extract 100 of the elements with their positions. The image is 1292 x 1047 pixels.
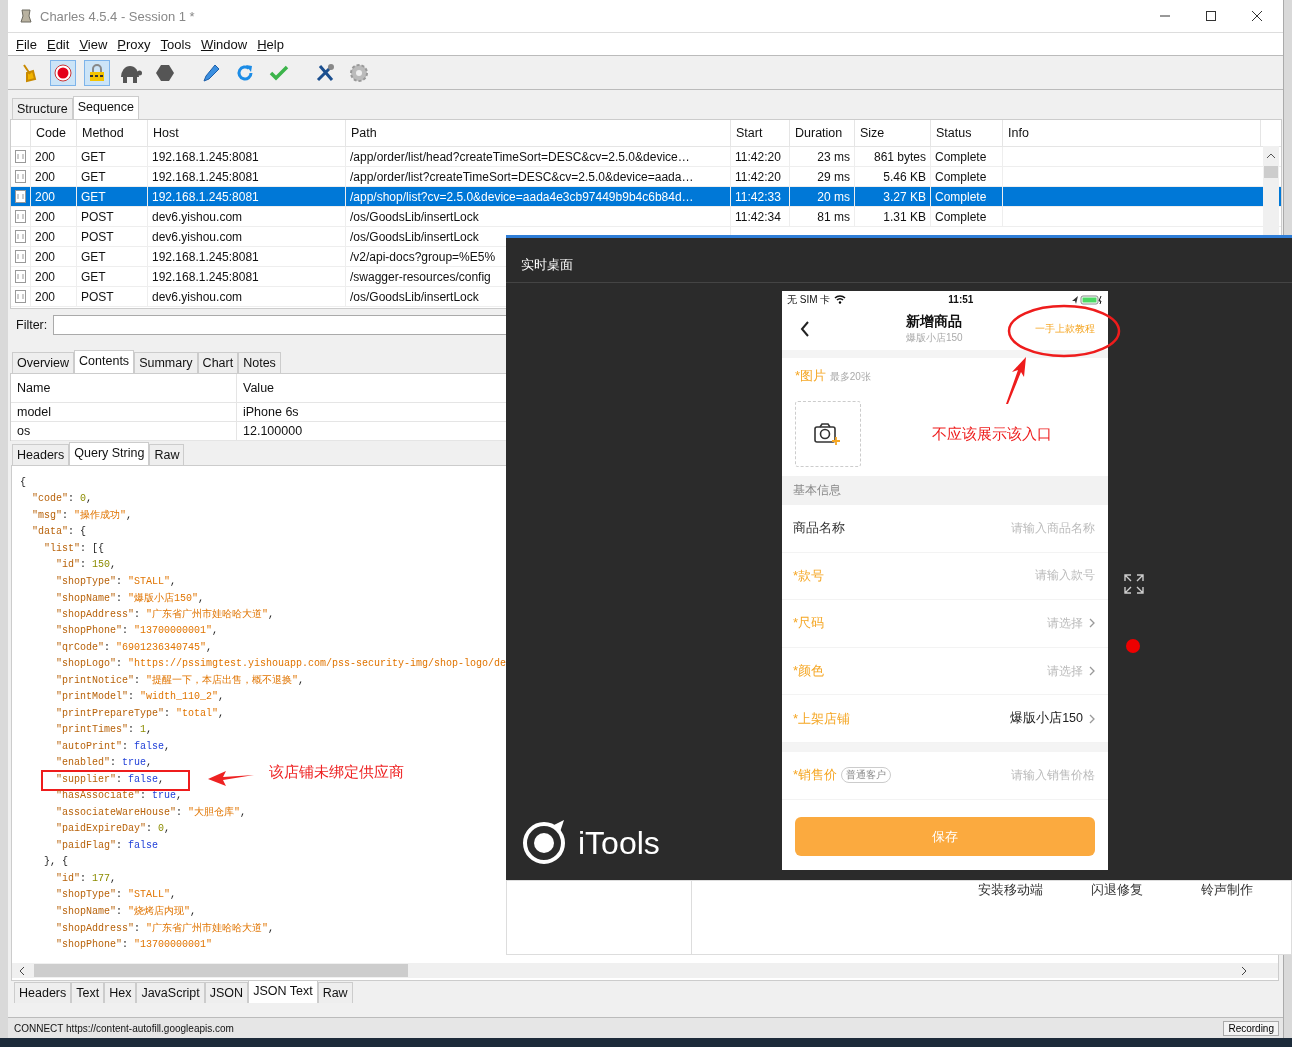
table-cell: 5.46 KB [883,169,926,184]
tab[interactable]: Chart [197,352,239,373]
tab[interactable]: Raw [317,982,353,1003]
document-icon [15,270,26,283]
tab[interactable]: Notes [238,352,281,373]
column-header[interactable]: Start [736,126,763,140]
menu-link[interactable]: 安装移动端 [978,882,1043,899]
scroll-up-icon[interactable] [1266,152,1276,160]
tab[interactable]: Query String [69,442,150,465]
column-header[interactable]: Value [243,381,275,395]
menu-item[interactable]: File [16,36,37,52]
annotation-text: 该店铺未绑定供应商 [269,763,404,782]
tab[interactable]: Overview [12,352,75,373]
table-cell: 192.168.1.245:8081 [152,169,259,184]
table-cell: GET [81,149,106,164]
code-line: }, { [43,856,69,868]
tab[interactable]: Headers [14,982,72,1003]
code-line: "id": 177, [55,872,117,884]
photo-upload-button[interactable] [795,401,861,467]
app-icon [20,9,32,23]
menu-item[interactable]: Tools [160,36,191,52]
menu-item[interactable]: View [79,36,108,52]
status-text: CONNECT https://content-autofill.googleapis.com [14,1022,234,1034]
menu-item[interactable]: Help [257,36,284,52]
expand-icon[interactable] [1123,573,1145,595]
code-line: "shopAddress": "广东省广州市娃哈哈大道", [55,607,275,622]
scrollbar-thumb[interactable] [34,964,408,977]
tab[interactable]: JSON Text [248,980,318,1003]
table-cell: /v2/api-docs?group=%E5% [350,249,496,264]
code-line: "supplier": false, [55,773,165,785]
field-label: *颜色 [793,662,825,681]
menu-link[interactable]: 闪退修复 [1091,882,1143,899]
column-header[interactable]: Name [17,381,51,395]
record-dot[interactable] [1126,639,1140,653]
annotation-arrow [208,770,254,786]
table-row[interactable]: 200 GET 192.168.1.245:8081 /app/shop/list?cv=2.5.0&device=aada4e3cb97449b9b4c6b84d… 11:42:33 20 ms 3.27 KB Complete [11,187,1281,207]
tab[interactable]: Sequence [72,96,140,119]
table-cell: 200 [35,149,56,164]
tab[interactable]: Contents [74,350,135,373]
column-header[interactable]: Method [82,126,124,140]
toolbar-button[interactable] [50,59,76,86]
wifi-icon [834,295,847,304]
table-cell: model [17,405,52,419]
column-header[interactable]: Size [860,126,885,140]
page-subtitle: 爆版小店150 [906,331,963,345]
table-cell: 20 ms [817,189,850,204]
tab[interactable]: Summary [134,352,198,373]
column-header[interactable]: Status [936,126,972,140]
chevron-right-icon [1089,618,1095,629]
tab[interactable]: Hex [104,982,137,1003]
tab[interactable]: Text [71,982,105,1003]
table-cell: 29 ms [817,169,850,184]
code-line: "autoPrint": false, [55,740,171,752]
section-header: 基本信息 [793,482,841,499]
carrier-text: 无 SIM 卡 [787,292,831,307]
field-value: 爆版小店150 [1010,710,1083,728]
table-cell: Complete [935,189,987,204]
menu-item[interactable]: Proxy [117,36,151,52]
column-header[interactable]: Path [351,126,377,140]
field-placeholder: 请输入商品名称 [1011,519,1095,537]
back-icon[interactable] [800,321,810,337]
maximize-icon[interactable] [1205,10,1217,22]
table-cell: os [17,424,31,438]
tab[interactable]: Raw [149,444,185,465]
hint-text: 最多20张 [829,371,871,382]
scrollbar-thumb[interactable] [1264,166,1278,178]
code-line: "qrCode": "6901236340745", [55,641,213,653]
scroll-right-icon[interactable] [1240,965,1248,976]
recording-button[interactable]: Recording [1223,1020,1279,1036]
code-line: "associateWareHouse": "大胆仓库", [55,805,247,820]
chevron-right-icon [1089,713,1095,724]
tab[interactable]: Structure [12,98,73,119]
document-icon [15,190,26,203]
tab[interactable]: JavaScript [136,982,205,1003]
form-row[interactable]: *销售价 普通客户 请输入销售价格 [782,751,1108,800]
table-cell: /app/order/list/head?createTimeSort=DESC&cv=2.5.0&device… [350,149,690,164]
menu-item[interactable]: Edit [46,36,70,52]
table-cell: 11:42:34 [735,209,781,224]
close-icon[interactable] [1251,10,1263,22]
tab[interactable]: Headers [12,444,70,465]
settings-icon [348,61,370,84]
table-cell: 81 ms [817,209,850,224]
form-row[interactable]: 商品名称 请输入商品名称 [782,505,1108,553]
menu-link[interactable]: 铃声制作 [1201,882,1253,899]
menu-item[interactable]: Window [200,36,248,52]
column-header[interactable]: Info [1008,126,1029,140]
table-cell: 200 [35,229,56,244]
column-header[interactable]: Host [153,126,179,140]
document-icon [15,210,26,223]
table-cell: 11:42:33 [735,189,781,204]
scroll-left-icon[interactable] [18,965,26,976]
table-cell: /os/GoodsLib/insertLock [350,209,479,224]
table-cell: dev6.yishou.com [152,209,243,224]
form-row[interactable]: *上架店铺 爆版小店150 [782,695,1108,743]
toolbar-button[interactable] [84,59,110,86]
column-header[interactable]: Code [36,126,66,140]
column-header[interactable]: Duration [795,126,843,140]
table-cell: 861 bytes [873,149,926,164]
tab[interactable]: JSON [204,982,249,1003]
code-line: "shopName": "爆版小店150", [55,591,205,605]
